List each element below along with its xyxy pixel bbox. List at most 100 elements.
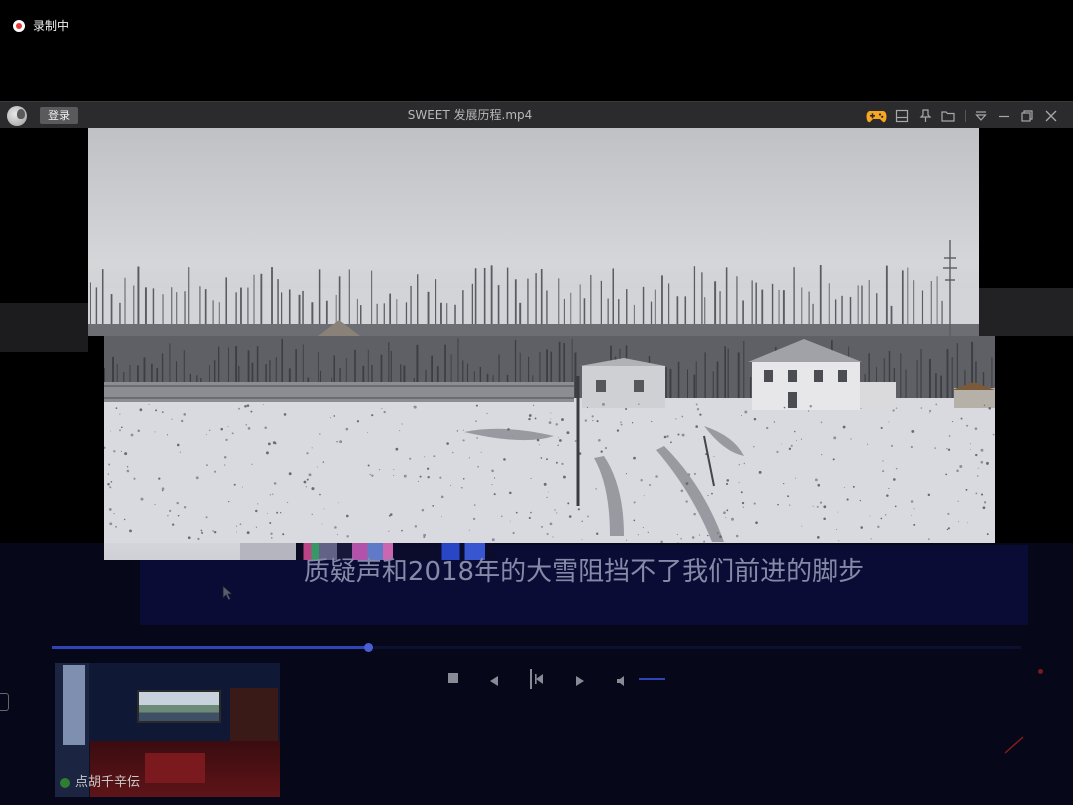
snow-speckle [491,469,494,473]
gamepad-icon[interactable] [866,108,887,124]
snow-speckle [743,462,746,465]
snow-speckle [108,507,112,511]
snow-speckle [927,493,931,497]
snow-speckle [213,470,217,473]
video-frame-top[interactable] [88,128,979,336]
snow-speckle [596,420,599,423]
snow-speckle [336,441,338,443]
snow-speckle [119,429,121,432]
snow-speckle [625,408,628,410]
volume-slider[interactable] [639,678,665,680]
folder-icon[interactable] [940,108,956,124]
snow-speckle [509,491,512,495]
login-button[interactable]: 登录 [40,107,78,124]
snow-speckle [613,482,615,484]
snow-speckle [180,419,184,423]
snow-speckle [699,413,702,416]
snow-speckle [649,484,651,486]
snow-speckle [306,478,309,481]
snow-speckle [439,476,442,479]
progress-bar[interactable] [52,643,1021,652]
snow-speckle [753,445,755,448]
snow-speckle [620,421,622,424]
snow-speckle [556,512,558,514]
snow-speckle [273,482,277,485]
snow-speckle [983,501,987,504]
snow-speckle [246,531,250,535]
snow-speckle [620,423,623,426]
snow-speckle [816,536,820,539]
snow-speckle [115,525,117,528]
snow-speckle [929,409,932,413]
snow-speckle [633,519,636,522]
snow-speckle [263,403,264,405]
snow-speckle [255,526,257,528]
snow-speckle [227,426,229,428]
snow-speckle [148,403,150,405]
snow-speckle [171,418,173,420]
prev-icon[interactable] [488,672,500,690]
snow-speckle [329,417,331,419]
snow-speckle [890,444,894,447]
snow-speckle [850,438,852,440]
pin-icon[interactable] [917,108,933,124]
snow-speckle [695,425,698,428]
snow-speckle [235,531,237,533]
snow-speckle [399,430,401,432]
snow-speckle [486,412,488,414]
snow-speckle [228,500,230,503]
snow-speckle [528,417,531,421]
preview-thumbnail[interactable]: 点胡千辛伝 [55,663,280,797]
snow-speckle [685,482,689,485]
mini-player-icon[interactable] [894,108,910,124]
snow-speckle [910,500,914,503]
snow-speckle [707,534,709,537]
snow-speckle [369,473,371,476]
snow-speckle [449,484,452,486]
minimize-icon[interactable] [996,108,1012,124]
snow-speckle [882,470,885,473]
snow-speckle [574,440,577,442]
snow-speckle [913,508,915,510]
snow-speckle [812,505,814,507]
snow-speckle [719,535,722,539]
snow-speckle [860,407,862,409]
volume-fill [639,678,665,680]
snow-speckle [176,501,179,505]
snow-speckle [540,457,543,459]
snow-speckle [201,531,204,534]
snow-speckle [154,431,156,433]
snow-speckle [367,464,370,467]
snow-speckle [581,520,583,522]
snow-speckle [670,441,672,444]
snow-speckle [366,432,368,433]
snow-speckle [548,421,552,424]
snow-speckle [713,455,715,458]
snow-speckle [960,417,963,420]
play-pause-icon[interactable] [529,669,547,689]
snow-speckle [177,514,180,517]
snow-speckle [401,423,403,425]
menu-icon[interactable] [973,108,989,124]
video-frame-bottom[interactable] [103,336,995,544]
snow-speckle [633,501,636,504]
recording-indicator-icon [13,20,25,32]
snow-speckle [707,494,709,496]
snow-speckle [952,421,954,423]
snow-speckle [543,482,547,486]
volume-icon[interactable] [616,672,628,690]
next-icon[interactable] [574,672,586,690]
stop-icon[interactable] [448,673,458,683]
close-icon[interactable] [1043,108,1059,124]
snow-speckle [536,438,540,442]
snow-speckle [303,480,307,484]
progress-thumb[interactable] [363,643,373,652]
snow-speckle [616,429,620,432]
snow-speckle [559,439,562,442]
avatar[interactable] [7,106,27,126]
restore-icon[interactable] [1019,108,1035,124]
snow-speckle [346,535,349,538]
snow-speckle [935,403,938,406]
snow-speckle [322,461,325,463]
side-panel-toggle-icon[interactable] [0,693,9,711]
